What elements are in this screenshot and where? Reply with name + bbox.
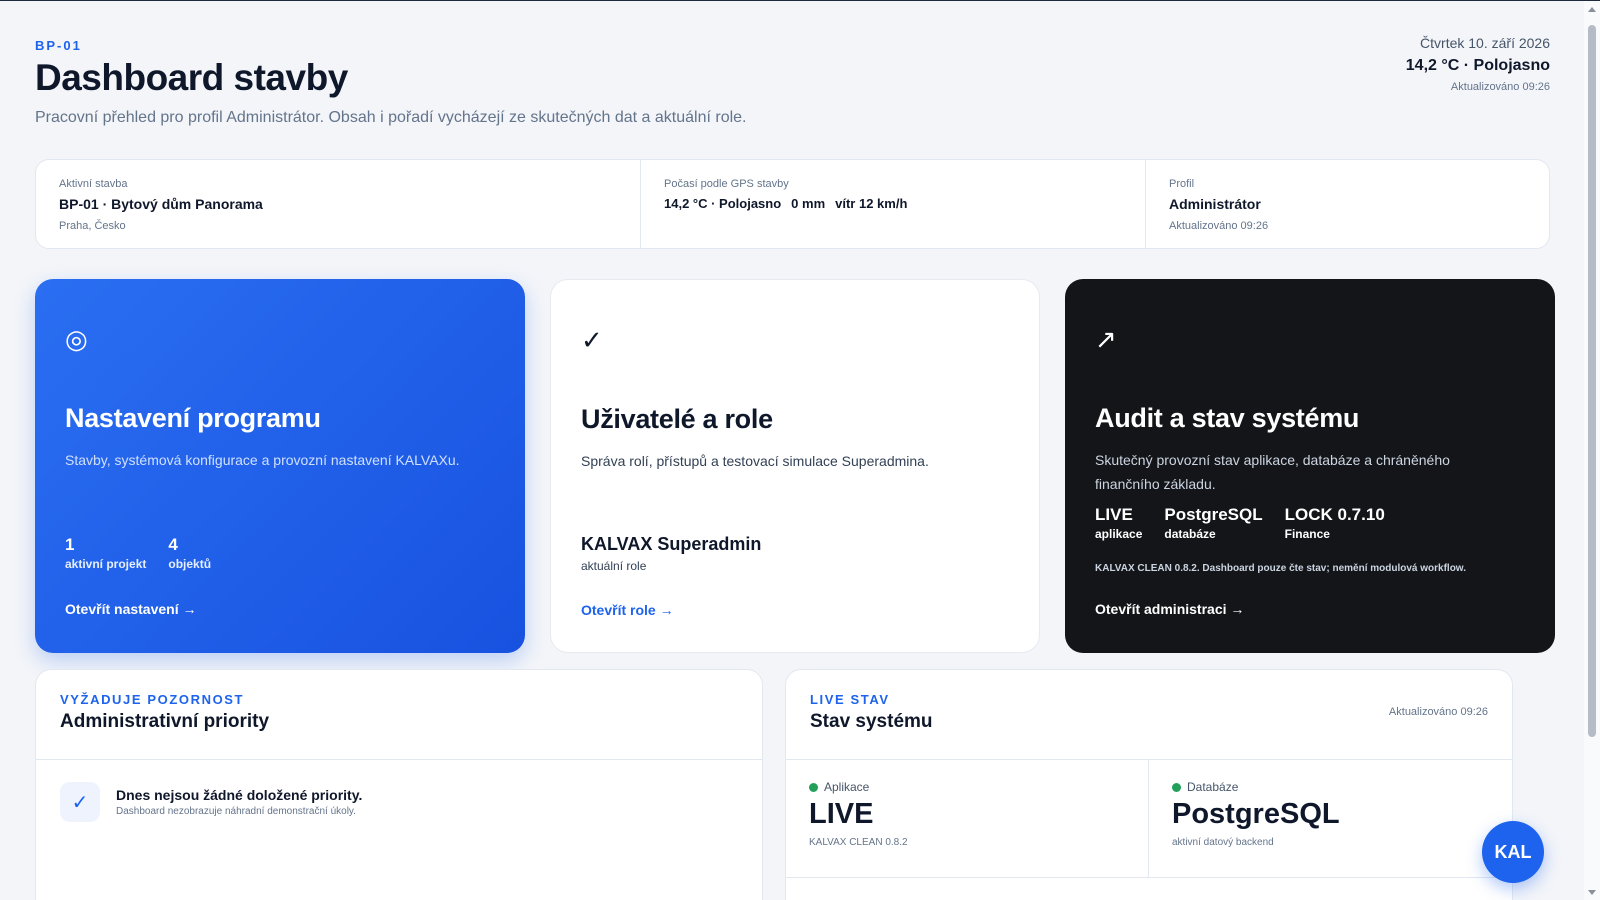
system-label-db: Databáze [1172,780,1489,794]
checkmark-icon: ✓ [581,325,603,355]
status-dot-icon [1172,782,1181,792]
open-settings-link[interactable]: Otevřít nastavení → [65,601,197,617]
roles-card-title: Uživatelé a role [581,404,773,434]
stat-label: Finance [1284,527,1330,541]
priorities-title: Administrativní priority [60,711,270,732]
system-status-panel: LIVE STAV Stav systému Aktualizováno 09:… [785,669,1513,900]
profile-label: Profil [1169,178,1195,190]
status-dot-icon [809,782,818,792]
system-cell-value: PostgreSQL [1172,798,1340,830]
stat-app: LIVE aplikace [1095,505,1142,541]
page-header: BP-01 Dashboard stavby Pracovní přehled … [35,1,1550,159]
page-scrollbar[interactable] [1584,1,1600,900]
stat-label: objektů [168,557,212,571]
check-icon: ✓ [60,782,100,822]
stat-db: PostgreSQL databáze [1164,505,1262,541]
system-cell-label: Databáze [1187,780,1239,794]
stat-number: 1 [65,535,75,554]
header-weather: 14,2 °C · Polojasno [1405,57,1550,74]
scroll-up-icon[interactable] [1588,7,1596,12]
system-cell-label: Aplikace [824,780,870,794]
open-admin-link[interactable]: Otevřít administraci → [1095,601,1244,617]
system-cell-db: Databáze PostgreSQL aktivní datový backe… [1149,760,1512,878]
scroll-down-icon[interactable] [1588,890,1596,895]
priority-item: ✓ Dnes nejsou žádné doložené priority. D… [36,760,762,844]
target-icon: ◎ [65,324,88,354]
priority-item-title: Dnes nejsou žádné doložené priority. [116,787,363,803]
settings-card[interactable]: ◎ Nastavení programu Stavby, systémová k… [35,279,525,653]
stat-label: databáze [1164,527,1216,541]
stat-finance: LOCK 0.7.10 Finance [1285,505,1385,541]
stat-number: 4 [168,535,178,554]
page-title: Dashboard stavby [35,57,348,98]
header-date: Čtvrtek 10. září 2026 [1420,35,1550,51]
header-status: Čtvrtek 10. září 2026 14,2 °C · Polojasn… [1406,35,1550,93]
project-code: BP-01 [35,38,82,53]
system-header: LIVE STAV Stav systému Aktualizováno 09:… [786,670,1512,760]
profile-updated: Aktualizováno 09:26 [1169,220,1269,232]
system-cell-sub: KALVAX CLEAN 0.8.2 [809,837,908,848]
audit-card-title: Audit a stav systému [1095,403,1360,433]
weather-wind: vítr 12 km/h [835,196,908,211]
role-name: KALVAX Superadmin [581,534,762,554]
stat-label: aktivní projekt [65,557,147,571]
settings-stats: 1 aktivní projekt 4 objektů [65,535,211,571]
audit-card[interactable]: ↗ Audit a stav systému Skutečný provozní… [1065,279,1555,653]
dashboard-page: BP-01 Dashboard stavby Pracovní přehled … [35,1,1555,900]
priorities-header: VYŽADUJE POZORNOST Administrativní prior… [36,670,762,760]
active-project-value: BP-01 · Bytový dům Panorama [59,196,263,212]
active-project-cell[interactable]: Aktivní stavba BP-01 · Bytový dům Panora… [36,160,641,248]
roles-card-desc: Správa rolí, přístupů a testovací simula… [581,453,929,469]
system-eyebrow: LIVE STAV [810,692,890,707]
current-role: KALVAX Superadmin aktuální role [581,534,761,573]
system-label-app: Aplikace [809,780,1125,794]
stat-number: LOCK 0.7.10 [1284,505,1385,524]
active-project-location: Praha, Česko [59,220,126,232]
assistant-fab-button[interactable]: KAL [1482,821,1544,883]
system-grid: Aplikace LIVE KALVAX CLEAN 0.8.2 Databáz… [786,760,1512,878]
role-caption: aktuální role [581,559,647,573]
audit-card-desc: Skutečný provozní stav aplikace, databáz… [1095,452,1450,492]
active-project-label: Aktivní stavba [59,178,128,190]
settings-card-desc: Stavby, systémová konfigurace a provozní… [65,452,460,468]
stat-number: LIVE [1095,505,1133,524]
page-subtitle: Pracovní přehled pro profil Administráto… [35,109,747,126]
scrollbar-thumb[interactable] [1588,25,1596,737]
system-updated: Aktualizováno 09:26 [1388,706,1488,718]
priority-item-sub: Dashboard nezobrazuje náhradní demonstra… [116,806,356,817]
audit-stats: LIVE aplikace PostgreSQL databáze LOCK 0… [1095,505,1385,541]
stat-objects: 4 objektů [168,535,211,571]
roles-card[interactable]: ✓ Uživatelé a role Správa rolí, přístupů… [550,279,1040,653]
system-cell-value: LIVE [809,798,874,830]
arrow-up-right-icon: ↗ [1095,324,1117,354]
weather-values: 14,2 °C · Polojasno 0 mm vítr 12 km/h [664,196,1122,211]
weather-label: Počasí podle GPS stavby [664,178,789,190]
stat-label: aplikace [1095,527,1143,541]
open-roles-link[interactable]: Otevřít role → [581,602,674,618]
audit-note: KALVAX CLEAN 0.8.2. Dashboard pouze čte … [1095,563,1466,574]
stat-number: PostgreSQL [1164,505,1263,524]
profile-cell: Profil Administrátor Aktualizováno 09:26 [1146,160,1549,248]
header-updated: Aktualizováno 09:26 [1450,81,1550,93]
profile-value: Administrátor [1169,196,1261,212]
system-cell-sub: aktivní datový backend [1172,837,1274,848]
stat-projects: 1 aktivní projekt [65,535,146,571]
weather-rain: 0 mm [791,196,826,211]
priorities-eyebrow: VYŽADUJE POZORNOST [60,692,245,707]
info-bar: Aktivní stavba BP-01 · Bytový dům Panora… [35,159,1550,249]
weather-temp: 14,2 °C · Polojasno [664,196,782,211]
settings-card-title: Nastavení programu [65,403,321,433]
system-title: Stav systému [810,711,933,732]
priorities-panel: VYŽADUJE POZORNOST Administrativní prior… [35,669,763,900]
weather-cell: Počasí podle GPS stavby 14,2 °C · Poloja… [641,160,1146,248]
system-cell-app: Aplikace LIVE KALVAX CLEAN 0.8.2 [786,760,1149,878]
